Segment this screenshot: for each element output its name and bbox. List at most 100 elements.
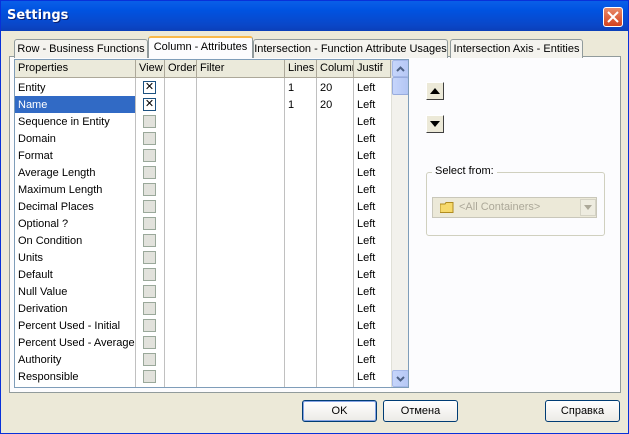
cell-filter[interactable] — [197, 113, 284, 130]
cell-lines[interactable] — [285, 266, 316, 283]
cell-lines[interactable] — [285, 283, 316, 300]
view-checkbox[interactable]: ✕ — [143, 98, 156, 111]
cell-lines[interactable] — [285, 232, 316, 249]
cell-order[interactable] — [165, 130, 196, 147]
cell-property[interactable]: Percent Used - Average — [15, 334, 135, 351]
cell-lines[interactable] — [285, 164, 316, 181]
scroll-up-button[interactable] — [392, 60, 408, 77]
cell-filter[interactable] — [197, 164, 284, 181]
cell-property[interactable]: Derivation — [15, 300, 135, 317]
select-from-dropdown[interactable]: <All Containers> — [432, 197, 597, 218]
cell-column[interactable] — [317, 317, 353, 334]
cell-property[interactable]: Percent Used - Initial — [15, 317, 135, 334]
vertical-scrollbar[interactable] — [391, 60, 408, 387]
cell-order[interactable] — [165, 266, 196, 283]
cell-property[interactable]: Decimal Places — [15, 198, 135, 215]
cell-justif[interactable]: Left — [354, 351, 391, 368]
cell-column[interactable] — [317, 198, 353, 215]
cell-justif[interactable]: Left — [354, 79, 391, 96]
cell-justif[interactable]: Left — [354, 130, 391, 147]
view-checkbox[interactable] — [143, 302, 156, 315]
properties-grid[interactable]: Properties View Order Filter Lines Colum… — [14, 59, 409, 388]
view-checkbox[interactable]: ✕ — [143, 81, 156, 94]
view-checkbox[interactable] — [143, 183, 156, 196]
cell-justif[interactable]: Left — [354, 334, 391, 351]
cell-column[interactable] — [317, 283, 353, 300]
cell-filter[interactable] — [197, 368, 284, 385]
cell-justif[interactable]: Left — [354, 249, 391, 266]
cell-order[interactable] — [165, 181, 196, 198]
cell-lines[interactable] — [285, 300, 316, 317]
view-checkbox[interactable] — [143, 149, 156, 162]
cell-column[interactable] — [317, 300, 353, 317]
cell-lines[interactable] — [285, 368, 316, 385]
cell-justif[interactable]: Left — [354, 368, 391, 385]
column-header-properties[interactable]: Properties — [15, 60, 136, 78]
tab-column-attributes[interactable]: Column - Attributes — [148, 36, 253, 58]
cell-column[interactable]: 20 — [317, 96, 353, 113]
cell-lines[interactable] — [285, 113, 316, 130]
view-checkbox[interactable] — [143, 268, 156, 281]
cell-justif[interactable]: Left — [354, 317, 391, 334]
cell-order[interactable] — [165, 232, 196, 249]
cell-justif[interactable]: Left — [354, 232, 391, 249]
view-checkbox[interactable] — [143, 132, 156, 145]
cell-property[interactable]: Authority — [15, 351, 135, 368]
view-checkbox[interactable] — [143, 234, 156, 247]
view-checkbox[interactable] — [143, 353, 156, 366]
cell-column[interactable] — [317, 215, 353, 232]
help-button[interactable]: Справка — [545, 400, 620, 422]
cell-justif[interactable]: Left — [354, 96, 391, 113]
cell-justif[interactable]: Left — [354, 283, 391, 300]
close-button[interactable] — [603, 7, 623, 27]
cell-order[interactable] — [165, 96, 196, 113]
cell-filter[interactable] — [197, 300, 284, 317]
cell-column[interactable] — [317, 266, 353, 283]
cell-filter[interactable] — [197, 198, 284, 215]
cell-filter[interactable] — [197, 283, 284, 300]
cell-order[interactable] — [165, 368, 196, 385]
title-bar[interactable]: Settings — [1, 1, 628, 31]
cell-lines[interactable] — [285, 317, 316, 334]
cell-column[interactable] — [317, 368, 353, 385]
cell-column[interactable]: 20 — [317, 79, 353, 96]
cell-order[interactable] — [165, 300, 196, 317]
cell-lines[interactable] — [285, 215, 316, 232]
cell-lines[interactable] — [285, 181, 316, 198]
cell-justif[interactable]: Left — [354, 266, 391, 283]
cell-property[interactable]: Default — [15, 266, 135, 283]
cell-order[interactable] — [165, 249, 196, 266]
scroll-thumb[interactable] — [392, 77, 408, 95]
cell-justif[interactable]: Left — [354, 215, 391, 232]
cell-order[interactable] — [165, 113, 196, 130]
cell-column[interactable] — [317, 334, 353, 351]
cell-filter[interactable] — [197, 351, 284, 368]
cell-column[interactable] — [317, 181, 353, 198]
cell-property[interactable]: Name — [15, 96, 135, 113]
view-checkbox[interactable] — [143, 370, 156, 383]
cell-property[interactable]: Entity — [15, 79, 135, 96]
cell-lines[interactable] — [285, 198, 316, 215]
scroll-down-button[interactable] — [392, 370, 408, 387]
view-checkbox[interactable] — [143, 217, 156, 230]
cell-property[interactable]: Sequence in Entity — [15, 113, 135, 130]
tab-row-business-functions[interactable]: Row - Business Functions — [14, 39, 148, 58]
cell-column[interactable] — [317, 113, 353, 130]
cell-order[interactable] — [165, 351, 196, 368]
tab-intersection-function-attribute-usages[interactable]: Intersection - Function Attribute Usages — [253, 39, 448, 58]
cell-order[interactable] — [165, 79, 196, 96]
cell-property[interactable]: Optional ? — [15, 215, 135, 232]
cell-lines[interactable]: 1 — [285, 96, 316, 113]
cell-order[interactable] — [165, 147, 196, 164]
cell-filter[interactable] — [197, 317, 284, 334]
cell-column[interactable] — [317, 351, 353, 368]
view-checkbox[interactable] — [143, 166, 156, 179]
cell-column[interactable] — [317, 147, 353, 164]
cell-lines[interactable] — [285, 249, 316, 266]
cell-justif[interactable]: Left — [354, 147, 391, 164]
column-header-lines[interactable]: Lines — [285, 60, 317, 78]
cell-filter[interactable] — [197, 266, 284, 283]
cell-filter[interactable] — [197, 249, 284, 266]
cell-order[interactable] — [165, 164, 196, 181]
view-checkbox[interactable] — [143, 200, 156, 213]
